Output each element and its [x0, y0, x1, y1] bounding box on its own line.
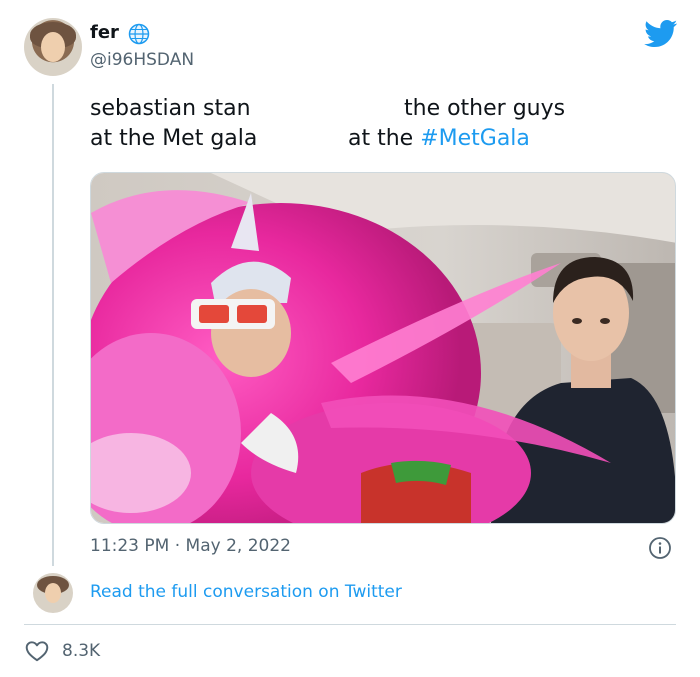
globe-icon — [128, 23, 150, 45]
twitter-bird-icon[interactable] — [644, 20, 678, 48]
media-image — [91, 173, 675, 523]
tweet-right-line-1: the other guys — [404, 96, 566, 121]
info-icon[interactable] — [648, 536, 672, 560]
divider — [24, 624, 676, 625]
like-button[interactable]: 8.3K — [24, 637, 100, 665]
reply-avatar[interactable] — [33, 573, 73, 613]
hashtag-link[interactable]: #MetGala — [420, 126, 530, 151]
user-handle[interactable]: @i96HSDAN — [90, 50, 194, 70]
heart-icon — [25, 641, 49, 662]
tweet-timestamp[interactable]: 11:23 PM · May 2, 2022 — [90, 536, 291, 556]
tweet-left-line-1: sebastian stan — [90, 96, 251, 121]
thread-line — [52, 84, 54, 566]
avatar[interactable] — [24, 18, 82, 76]
avatar-face — [41, 32, 65, 62]
reply-avatar-face — [45, 583, 61, 603]
display-name[interactable]: fer — [90, 22, 119, 43]
tweet-right-line-2: at the #MetGala — [348, 124, 530, 154]
like-count: 8.3K — [62, 641, 101, 661]
tweet-card: fer @i96HSDAN sebastian stan at the Met … — [0, 0, 700, 677]
tweet-right-line-2-prefix: at the — [348, 126, 421, 151]
tweet-media[interactable] — [90, 172, 676, 524]
read-conversation-link[interactable]: Read the full conversation on Twitter — [90, 582, 402, 602]
tweet-left-line-2: at the Met gala — [90, 126, 258, 151]
